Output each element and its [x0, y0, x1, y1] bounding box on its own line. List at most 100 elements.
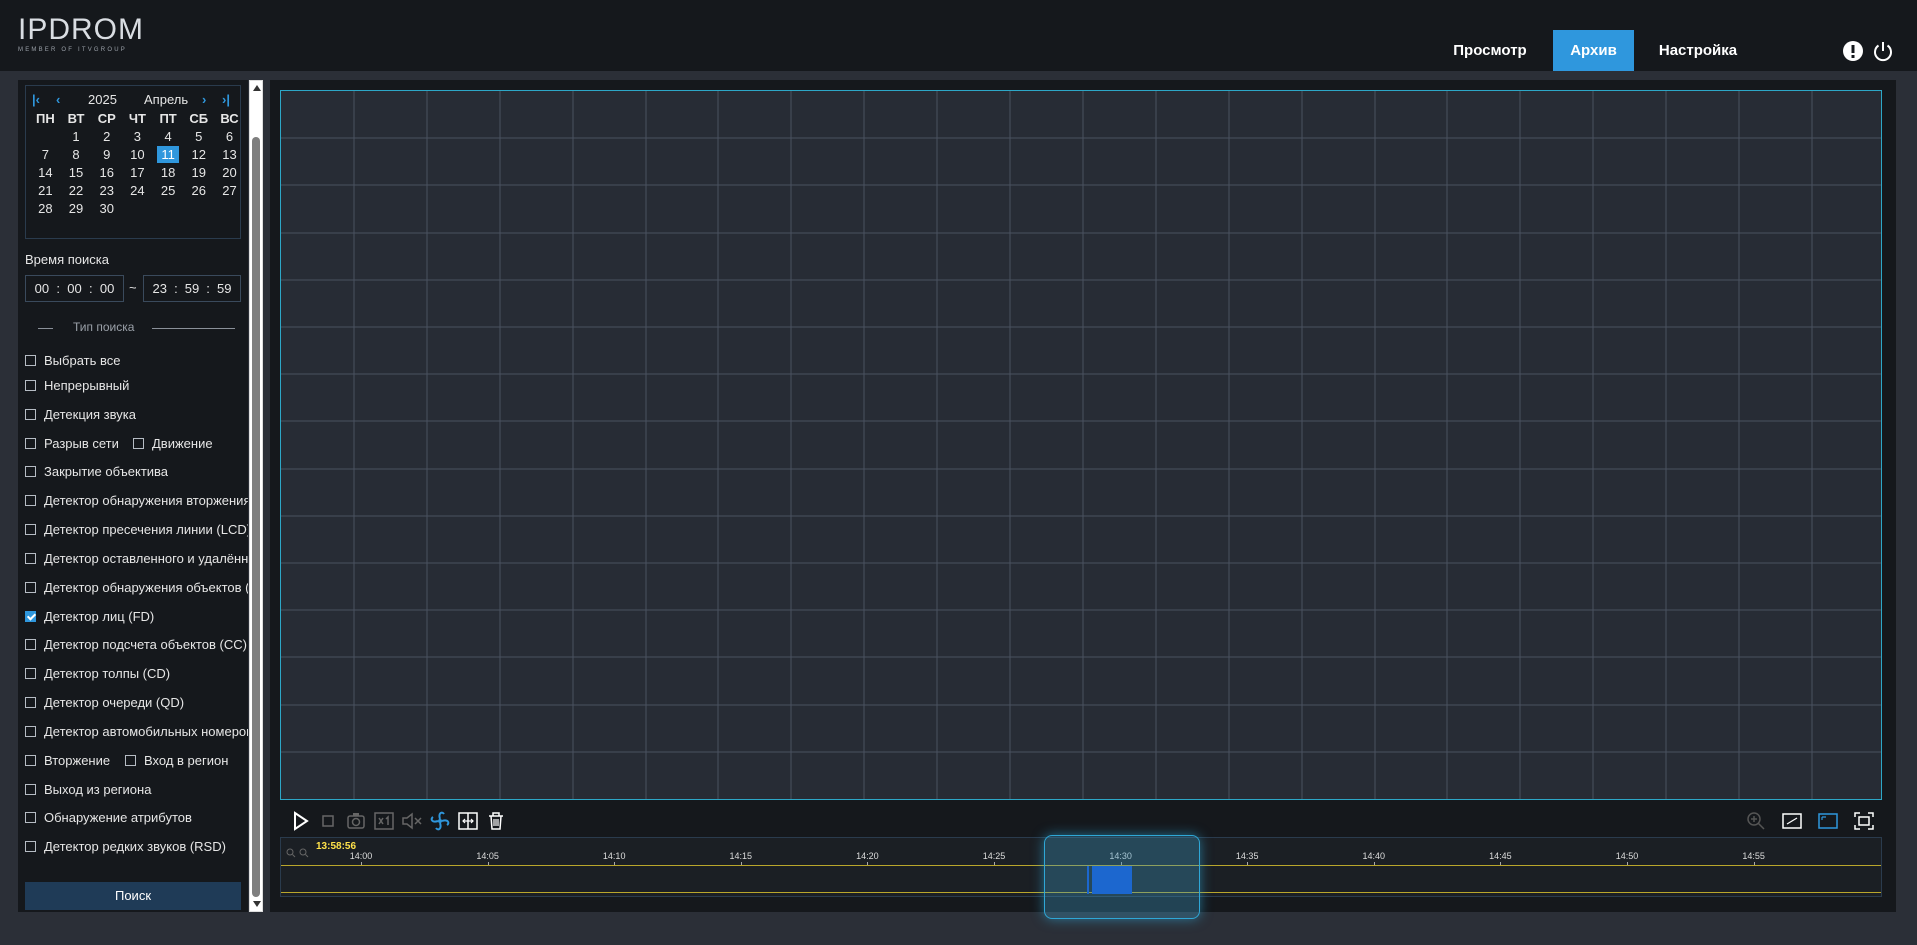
calendar-day[interactable]: 23 [91, 182, 122, 200]
calendar-day[interactable]: 8 [61, 146, 92, 164]
start-minute[interactable]: 00 [67, 276, 81, 301]
search-type-option[interactable]: Закрытие объектива [25, 464, 248, 482]
mute-icon[interactable] [400, 809, 424, 833]
search-type-option[interactable]: Детектор оставленного и удалённого [25, 551, 248, 569]
end-minute[interactable]: 59 [185, 276, 199, 301]
search-type-option[interactable]: Детекция звука [25, 407, 248, 425]
calendar-day[interactable]: 22 [61, 182, 92, 200]
checkbox[interactable] [25, 466, 36, 477]
calendar-day[interactable]: 16 [91, 164, 122, 182]
calendar-day[interactable]: 17 [122, 164, 153, 182]
scroll-up-icon[interactable] [253, 85, 261, 91]
calendar-day[interactable]: 20 [214, 164, 245, 182]
calendar-day[interactable]: 10 [122, 146, 153, 164]
search-type-option[interactable]: Детектор очереди (QD) [25, 695, 248, 713]
timeline-selection[interactable] [1044, 835, 1200, 919]
start-second[interactable]: 00 [100, 276, 114, 301]
checkbox[interactable] [125, 755, 136, 766]
calendar-day[interactable]: 25 [153, 182, 184, 200]
search-type-option[interactable]: Движение [133, 436, 248, 454]
checkbox[interactable] [25, 438, 36, 449]
sidebar-scrollbar[interactable] [249, 80, 263, 912]
calendar-day[interactable]: 24 [122, 182, 153, 200]
calendar-day[interactable]: 13 [214, 146, 245, 164]
calendar-day[interactable]: 30 [91, 200, 122, 218]
calendar-day[interactable]: 5 [183, 128, 214, 146]
prev-month-icon[interactable]: ‹ [56, 92, 60, 107]
checkbox[interactable] [25, 380, 36, 391]
calendar-day[interactable]: 14 [30, 164, 61, 182]
calendar-day[interactable]: 15 [61, 164, 92, 182]
alert-icon[interactable] [1842, 40, 1864, 62]
calendar-day[interactable]: 27 [214, 182, 245, 200]
checkbox[interactable] [25, 841, 36, 852]
search-type-option[interactable]: Детектор автомобильных номеров [25, 724, 248, 742]
play-icon[interactable] [288, 809, 312, 833]
checkbox[interactable] [25, 495, 36, 506]
fullscreen-icon[interactable] [1852, 809, 1876, 833]
calendar-day-selected[interactable]: 11 [157, 146, 180, 163]
search-button[interactable]: Поиск [25, 882, 241, 910]
end-time-input[interactable]: 23: 59: 59 [143, 275, 241, 302]
checkbox[interactable] [25, 697, 36, 708]
search-type-option[interactable]: Детектор обнаружения вторжения [25, 493, 248, 511]
search-type-option[interactable]: Детектор пресечения линии (LCD) [25, 522, 248, 540]
calendar-day[interactable]: 29 [61, 200, 92, 218]
search-type-option[interactable]: Обнаружение атрибутов [25, 810, 248, 828]
power-icon[interactable] [1872, 40, 1894, 62]
calendar-day[interactable]: 2 [91, 128, 122, 146]
original-size-icon[interactable] [1816, 809, 1840, 833]
calendar-day[interactable]: 19 [183, 164, 214, 182]
calendar-day[interactable]: 28 [30, 200, 61, 218]
calendar-day[interactable]: 9 [91, 146, 122, 164]
search-type-option[interactable]: Детектор толпы (CD) [25, 666, 248, 684]
checkbox-checked[interactable] [25, 611, 36, 622]
tab-settings[interactable]: Настройка [1648, 30, 1748, 71]
timeline[interactable]: 13:58:56 14:00 14:05 14:10 14:15 14:20 14:25 1… [280, 835, 1882, 919]
calendar-day[interactable]: 3 [122, 128, 153, 146]
scroll-down-icon[interactable] [253, 901, 261, 907]
checkbox[interactable] [25, 553, 36, 564]
search-type-option[interactable]: Выход из региона [25, 782, 248, 800]
search-type-option[interactable]: Выбрать все [25, 353, 248, 371]
calendar-day[interactable]: 1 [61, 128, 92, 146]
calendar-day[interactable]: 26 [183, 182, 214, 200]
search-type-option[interactable]: Детектор лиц (FD) [25, 609, 248, 627]
fan-icon[interactable] [428, 809, 452, 833]
tab-archive[interactable]: Архив [1553, 30, 1634, 71]
prev-year-icon[interactable]: |‹ [32, 92, 40, 107]
aspect-ratio-icon[interactable] [1780, 809, 1804, 833]
scroll-thumb[interactable] [252, 137, 260, 897]
split-view-icon[interactable] [456, 809, 480, 833]
video-grid[interactable] [280, 90, 1882, 800]
search-type-option[interactable]: Детектор подсчета объектов (CC) [25, 637, 248, 655]
checkbox[interactable] [25, 582, 36, 593]
speed-x1-icon[interactable] [372, 809, 396, 833]
checkbox[interactable] [25, 755, 36, 766]
checkbox[interactable] [25, 639, 36, 650]
calendar-day[interactable]: 11 [153, 146, 184, 164]
search-type-option[interactable]: Вход в регион [125, 753, 248, 771]
search-type-option[interactable]: Детектор редких звуков (RSD) [25, 839, 248, 857]
checkbox[interactable] [25, 726, 36, 737]
start-hour[interactable]: 00 [35, 276, 49, 301]
search-type-option[interactable]: Непрерывный [25, 378, 248, 396]
end-second[interactable]: 59 [217, 276, 231, 301]
next-year-icon[interactable]: ›| [222, 92, 230, 107]
next-month-icon[interactable]: › [202, 92, 206, 107]
calendar-day[interactable]: 12 [183, 146, 214, 164]
snapshot-icon[interactable] [344, 809, 368, 833]
checkbox[interactable] [25, 355, 36, 366]
search-type-option[interactable]: Детектор обнаружения объектов (I [25, 580, 248, 598]
checkbox[interactable] [25, 668, 36, 679]
checkbox[interactable] [25, 812, 36, 823]
checkbox[interactable] [133, 438, 144, 449]
end-hour[interactable]: 23 [153, 276, 167, 301]
timeline-zoom-out-icon[interactable] [299, 848, 309, 858]
checkbox[interactable] [25, 524, 36, 535]
calendar-day[interactable]: 6 [214, 128, 245, 146]
calendar-day[interactable]: 4 [153, 128, 184, 146]
zoom-in-icon[interactable] [1744, 809, 1768, 833]
calendar-day[interactable]: 21 [30, 182, 61, 200]
start-time-input[interactable]: 00: 00: 00 [25, 275, 124, 302]
